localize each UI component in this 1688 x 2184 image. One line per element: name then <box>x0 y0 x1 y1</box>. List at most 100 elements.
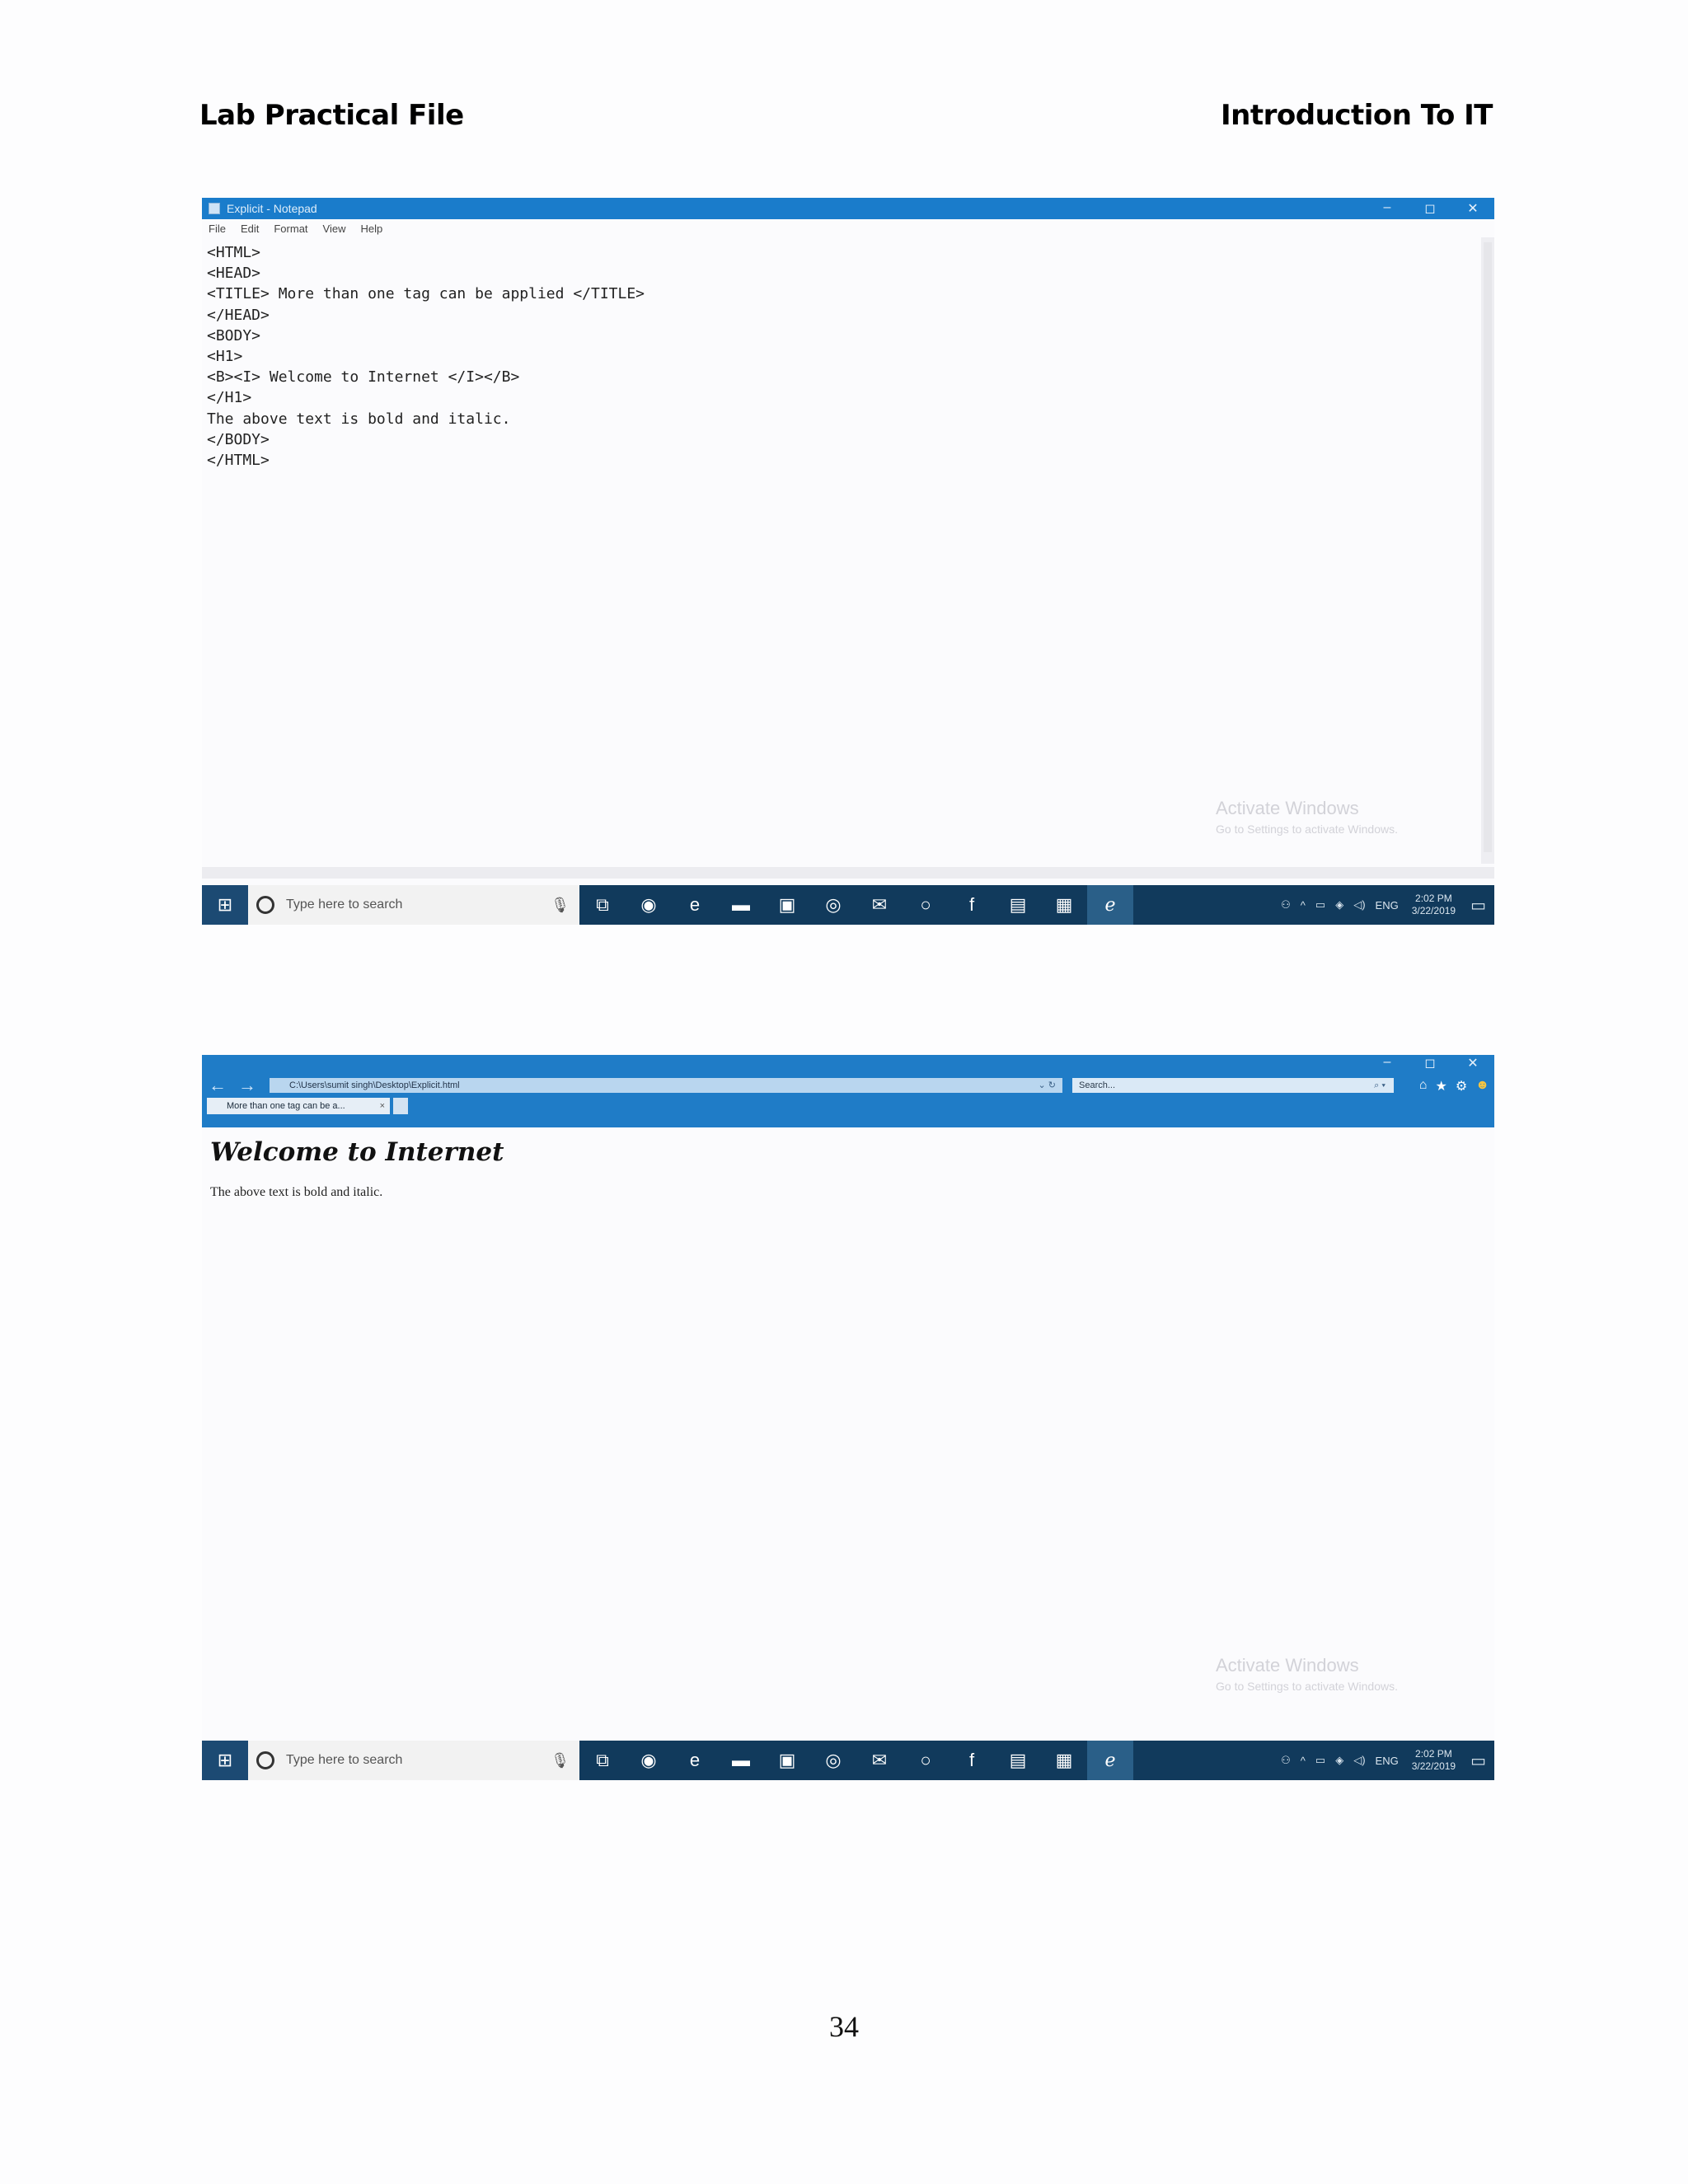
cortana-icon-2 <box>256 1751 274 1769</box>
chrome-icon[interactable]: ◉ <box>626 894 672 916</box>
microphone-icon[interactable]: 🎙 <box>551 897 570 914</box>
notepad-editor[interactable]: <HTML> <HEAD> <TITLE> More than one tag … <box>202 237 1494 879</box>
maximize-button[interactable]: ◻ <box>1409 200 1451 217</box>
opera-icon[interactable]: ○ <box>903 894 949 916</box>
browser-search-box[interactable]: Search... ⌕ ▾ <box>1072 1078 1394 1093</box>
cortana-icon <box>256 896 274 914</box>
task-view-icon-2[interactable]: ⧉ <box>579 1750 626 1771</box>
home-icon[interactable]: ⌂ <box>1419 1078 1428 1094</box>
taskbar: ⊞ Type here to search 🎙 ⧉ ◉ e ▬ ▣ ◎ ✉ ○ … <box>202 885 1494 925</box>
browser-toolbar: ← → C:\Users\sumit singh\Desktop\Explici… <box>202 1055 1494 1096</box>
taskbar-search-box-2[interactable]: Type here to search 🎙 <box>248 1741 579 1780</box>
store-icon-2[interactable]: ▣ <box>764 1750 810 1771</box>
microphone-icon-2[interactable]: 🎙 <box>551 1752 570 1769</box>
notification-icon-2[interactable]: ▭ <box>1470 1750 1486 1771</box>
watermark2-line1: Activate Windows <box>1216 1655 1359 1675</box>
facebook-icon[interactable]: f <box>949 894 995 916</box>
notepad-titlebar: Explicit - Notepad – ◻ ✕ <box>202 198 1494 219</box>
tab-close-icon[interactable]: × <box>380 1098 385 1114</box>
search-icon[interactable]: ⌕ ▾ <box>1374 1078 1386 1093</box>
windows-start-icon-2[interactable]: ⊞ <box>202 1741 248 1780</box>
activation-watermark-2: Activate Windows Go to Settings to activ… <box>1216 1655 1398 1693</box>
chevron-up-icon[interactable]: ^ <box>1301 899 1306 912</box>
browser-maximize-button[interactable]: ◻ <box>1409 1055 1451 1071</box>
notification-icon[interactable]: ▭ <box>1470 895 1486 916</box>
clock-date-2: 3/22/2019 <box>1411 1760 1456 1772</box>
vertical-scrollbar[interactable] <box>1481 237 1494 864</box>
browser-content: Welcome to Internet The above text is bo… <box>202 1127 1494 1741</box>
notepad-taskbar-icon[interactable]: ▤ <box>995 894 1041 916</box>
internet-explorer-icon-2[interactable]: ℯ <box>1087 1741 1133 1780</box>
system-tray: ⚇ ^ ▭ ◈ ◁) ENG 2:02 PM 3/22/2019 ▭ <box>1271 893 1494 917</box>
volume-icon-2[interactable]: ◁) <box>1353 1754 1365 1767</box>
refresh-icon[interactable]: ⌄ ↻ <box>1039 1078 1057 1093</box>
watermark-line2: Go to Settings to activate Windows. <box>1216 823 1398 836</box>
browser-minimize-button[interactable]: – <box>1366 1055 1409 1071</box>
clock[interactable]: 2:02 PM 3/22/2019 <box>1412 893 1456 917</box>
edge-icon-2[interactable]: e <box>672 1750 718 1771</box>
notepad-taskbar-icon-2[interactable]: ▤ <box>995 1750 1041 1771</box>
notepad-title: Explicit - Notepad <box>227 202 317 215</box>
menu-help[interactable]: Help <box>360 223 382 235</box>
file-explorer-icon-2[interactable]: ▬ <box>718 1750 764 1771</box>
watermark-line1: Activate Windows <box>1216 798 1359 818</box>
favorites-star-icon[interactable]: ★ <box>1435 1078 1447 1094</box>
new-tab-button[interactable] <box>393 1098 408 1114</box>
battery-icon-2[interactable]: ▭ <box>1315 1754 1325 1767</box>
notepad-code-text[interactable]: <HTML> <HEAD> <TITLE> More than one tag … <box>202 237 1494 471</box>
document-header-left: Lab Practical File <box>199 99 464 132</box>
clock-2[interactable]: 2:02 PM 3/22/2019 <box>1412 1748 1456 1773</box>
mail-icon[interactable]: ✉ <box>856 894 903 916</box>
browser-search-placeholder: Search... <box>1079 1080 1116 1090</box>
smiley-icon[interactable]: ☻ <box>1475 1078 1489 1094</box>
people-icon[interactable]: ⚇ <box>1281 898 1291 912</box>
menu-format[interactable]: Format <box>274 223 307 235</box>
media-icon-2[interactable]: ◎ <box>810 1750 856 1771</box>
media-icon[interactable]: ◎ <box>810 894 856 916</box>
back-arrow-icon[interactable]: ← <box>209 1075 232 1096</box>
language-indicator-2[interactable]: ENG <box>1376 1755 1399 1767</box>
volume-icon[interactable]: ◁) <box>1353 898 1365 912</box>
horizontal-scrollbar[interactable] <box>202 867 1494 879</box>
notepad-menubar: File Edit Format View Help <box>202 219 1494 237</box>
file-explorer-icon[interactable]: ▬ <box>718 894 764 916</box>
edge-icon[interactable]: e <box>672 894 718 916</box>
clock-time-2: 2:02 PM <box>1415 1748 1452 1760</box>
forward-arrow-icon[interactable]: → <box>238 1075 261 1096</box>
app-icon-2[interactable]: ▦ <box>1041 1750 1087 1771</box>
taskbar-2: ⊞ Type here to search 🎙 ⧉ ◉ e ▬ ▣ ◎ ✉ ○ … <box>202 1741 1494 1780</box>
opera-icon-2[interactable]: ○ <box>903 1750 949 1771</box>
system-tray-2: ⚇ ^ ▭ ◈ ◁) ENG 2:02 PM 3/22/2019 ▭ <box>1271 1748 1494 1773</box>
chevron-up-icon-2[interactable]: ^ <box>1301 1755 1306 1767</box>
people-icon-2[interactable]: ⚇ <box>1281 1754 1291 1767</box>
activation-watermark: Activate Windows Go to Settings to activ… <box>1216 798 1398 836</box>
browser-tab[interactable]: More than one tag can be a... × <box>207 1098 390 1114</box>
chrome-icon-2[interactable]: ◉ <box>626 1750 672 1771</box>
notepad-screenshot: Explicit - Notepad – ◻ ✕ File Edit Forma… <box>202 198 1494 925</box>
menu-edit[interactable]: Edit <box>241 223 259 235</box>
taskbar-search-box[interactable]: Type here to search 🎙 <box>248 885 579 925</box>
watermark2-line2: Go to Settings to activate Windows. <box>1216 1680 1398 1693</box>
page-number: 34 <box>829 2010 859 2043</box>
notepad-icon <box>209 203 220 214</box>
browser-close-button[interactable]: ✕ <box>1451 1055 1494 1071</box>
taskbar-search-placeholder-2: Type here to search <box>286 1753 403 1767</box>
settings-gear-icon[interactable]: ⚙ <box>1456 1078 1467 1094</box>
menu-view[interactable]: View <box>323 223 346 235</box>
internet-explorer-icon[interactable]: ℯ <box>1087 885 1133 925</box>
menu-file[interactable]: File <box>209 223 226 235</box>
app-icon[interactable]: ▦ <box>1041 894 1087 916</box>
windows-start-icon[interactable]: ⊞ <box>202 885 248 925</box>
address-bar[interactable]: C:\Users\sumit singh\Desktop\Explicit.ht… <box>270 1078 1062 1093</box>
address-text: C:\Users\sumit singh\Desktop\Explicit.ht… <box>289 1080 460 1090</box>
network-icon[interactable]: ◈ <box>1335 898 1343 912</box>
close-button[interactable]: ✕ <box>1451 200 1494 217</box>
mail-icon-2[interactable]: ✉ <box>856 1750 903 1771</box>
network-icon-2[interactable]: ◈ <box>1335 1754 1343 1767</box>
facebook-icon-2[interactable]: f <box>949 1750 995 1771</box>
minimize-button[interactable]: – <box>1366 200 1409 217</box>
task-view-icon[interactable]: ⧉ <box>579 894 626 916</box>
battery-icon[interactable]: ▭ <box>1315 898 1325 912</box>
language-indicator[interactable]: ENG <box>1376 899 1399 912</box>
store-icon[interactable]: ▣ <box>764 894 810 916</box>
